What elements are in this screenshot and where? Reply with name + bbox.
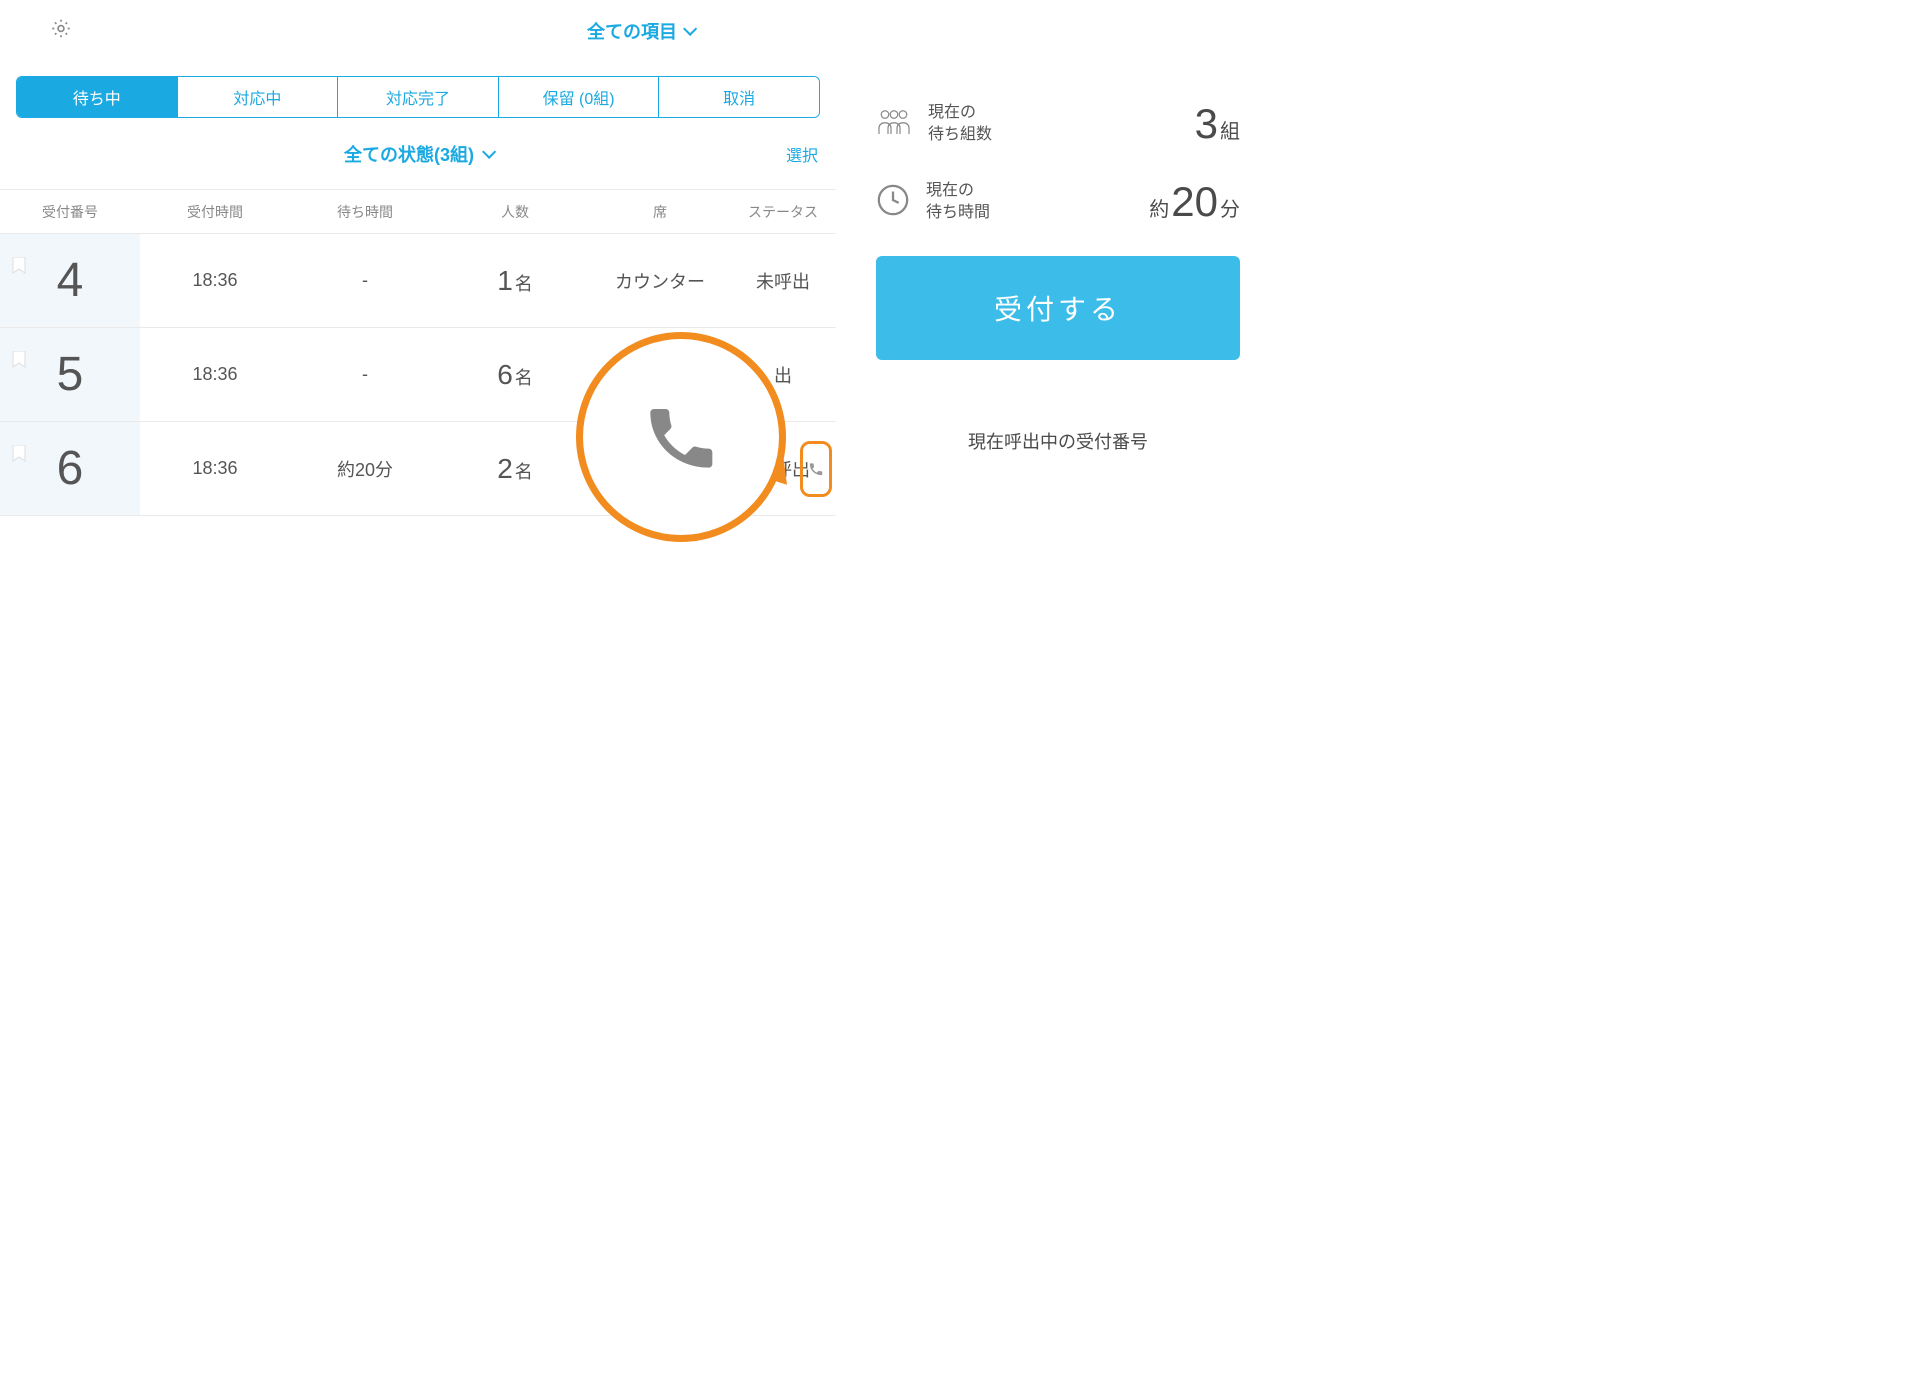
label-line1: 現在の (928, 104, 976, 121)
people-count: 2 (497, 453, 513, 484)
chevron-down-icon (683, 21, 697, 35)
tab-in-progress[interactable]: 対応中 (178, 77, 339, 117)
state-filter-label: 全ての状態(3組) (344, 141, 474, 167)
stat-label: 現在の 待ち組数 (928, 102, 992, 147)
cell-seat: カウンター (590, 268, 730, 294)
cell-people: 2名 (440, 453, 590, 485)
settings-icon[interactable] (50, 17, 72, 44)
people-count: 1 (497, 265, 513, 296)
people-group-icon (876, 104, 912, 145)
accept-button[interactable]: 受付する (876, 256, 1240, 360)
call-button[interactable] (800, 441, 832, 497)
left-panel: 待ち中 対応中 対応完了 保留 (0組) 取消 全ての状態(3組) 選択 受付番… (0, 62, 836, 516)
stat-value: 3 組 (1193, 100, 1240, 148)
wait-prefix: 約 (1149, 193, 1169, 222)
accept-button-label: 受付する (994, 288, 1122, 328)
people-count: 6 (497, 359, 513, 390)
table-row[interactable]: 4 18:36 - 1名 カウンター 未呼出 (0, 234, 836, 328)
ticket-number: 5 (57, 347, 84, 402)
label-line2: 待ち時間 (926, 204, 990, 221)
clock-icon (876, 183, 910, 222)
cell-wait: 約20分 (290, 456, 440, 482)
cell-people: 6名 (440, 359, 590, 391)
ticket-number: 4 (57, 253, 84, 308)
cell-wait: - (290, 364, 440, 385)
col-people: 人数 (440, 202, 590, 222)
cell-wait: - (290, 270, 440, 291)
groups-count: 3 (1195, 100, 1218, 148)
callout-magnifier (576, 332, 786, 542)
tab-on-hold[interactable]: 保留 (0組) (499, 77, 660, 117)
category-dropdown-label: 全ての項目 (587, 18, 677, 44)
cell-number: 4 (0, 234, 140, 327)
select-link[interactable]: 選択 (786, 142, 818, 166)
table-header: 受付番号 受付時間 待ち時間 人数 席 ステータス (0, 190, 836, 234)
col-time: 受付時間 (140, 202, 290, 222)
col-seat: 席 (590, 202, 730, 222)
wait-minutes: 20 (1171, 178, 1218, 226)
cell-time: 18:36 (140, 458, 290, 479)
tab-waiting[interactable]: 待ち中 (17, 77, 178, 117)
wait-unit: 分 (1220, 193, 1240, 222)
people-unit: 名 (515, 462, 533, 482)
cell-time: 18:36 (140, 364, 290, 385)
status-tabs: 待ち中 対応中 対応完了 保留 (0組) 取消 (16, 76, 820, 118)
tab-completed[interactable]: 対応完了 (338, 77, 499, 117)
chevron-down-icon (482, 144, 496, 158)
bookmark-icon (12, 422, 26, 477)
phone-icon (641, 397, 721, 477)
label-line2: 待ち組数 (928, 126, 992, 143)
calling-card: 現在呼出中の受付番号 (852, 402, 1264, 480)
filter-bar: 全ての状態(3組) 選択 (0, 118, 836, 190)
tab-cancelled[interactable]: 取消 (659, 77, 819, 117)
cell-status: 未呼出 (730, 268, 836, 294)
calling-title: 現在呼出中の受付番号 (968, 432, 1148, 452)
right-panel: 現在の 待ち組数 3 組 現在の (852, 62, 1280, 516)
state-filter-dropdown[interactable]: 全ての状態(3組) (344, 141, 492, 167)
cell-people: 1名 (440, 265, 590, 297)
tab-label: 対応完了 (386, 85, 450, 109)
tab-label: 保留 (0組) (543, 85, 615, 109)
tab-label: 待ち中 (73, 85, 121, 109)
app-header: 全ての項目 (0, 0, 1280, 62)
ticket-number: 6 (57, 441, 84, 496)
cell-number: 6 (0, 422, 140, 515)
col-wait: 待ち時間 (290, 202, 440, 222)
stat-label: 現在の 待ち時間 (926, 180, 990, 225)
main-container: 待ち中 対応中 対応完了 保留 (0組) 取消 全ての状態(3組) 選択 受付番… (0, 62, 1280, 516)
col-status: ステータス (730, 202, 836, 222)
stat-wait-time: 現在の 待ち時間 約 20 分 (876, 178, 1240, 226)
cell-time: 18:36 (140, 270, 290, 291)
category-dropdown[interactable]: 全ての項目 (587, 18, 693, 44)
tab-label: 対応中 (233, 85, 281, 109)
label-line1: 現在の (926, 182, 974, 199)
bookmark-icon (12, 328, 26, 383)
groups-unit: 組 (1220, 115, 1240, 144)
stat-value: 約 20 分 (1149, 178, 1240, 226)
tab-label: 取消 (723, 85, 755, 109)
stats-card: 現在の 待ち組数 3 組 現在の (852, 76, 1264, 384)
people-unit: 名 (515, 274, 533, 294)
phone-icon (808, 461, 824, 477)
stat-groups: 現在の 待ち組数 3 組 (876, 100, 1240, 148)
bookmark-icon (12, 234, 26, 289)
cell-number: 5 (0, 328, 140, 421)
people-unit: 名 (515, 368, 533, 388)
col-number: 受付番号 (0, 202, 140, 222)
